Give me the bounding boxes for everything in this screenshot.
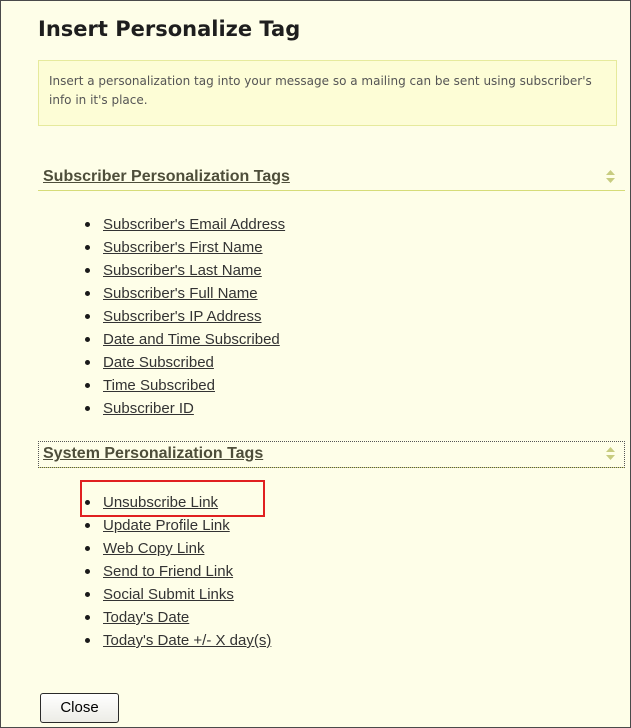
info-message-text: Insert a personalization tag into your m… xyxy=(49,74,592,107)
tag-link-email-address[interactable]: Subscriber's Email Address xyxy=(103,213,285,236)
sort-arrows-icon[interactable] xyxy=(606,447,615,460)
tag-link-send-to-friend[interactable]: Send to Friend Link xyxy=(103,560,233,583)
tag-link-date-time-subscribed[interactable]: Date and Time Subscribed xyxy=(103,328,280,351)
tag-link-time-subscribed[interactable]: Time Subscribed xyxy=(103,374,215,397)
tag-link-update-profile[interactable]: Update Profile Link xyxy=(103,514,230,537)
bullet-icon xyxy=(85,500,90,505)
system-tags-header[interactable]: System Personalization Tags xyxy=(38,441,625,468)
bullet-icon xyxy=(85,268,90,273)
tag-link-social-submit[interactable]: Social Submit Links xyxy=(103,583,234,606)
bullet-icon xyxy=(85,245,90,250)
close-button[interactable]: Close xyxy=(40,693,119,723)
bullet-icon xyxy=(85,314,90,319)
tag-link-ip-address[interactable]: Subscriber's IP Address xyxy=(103,305,262,328)
bullet-icon xyxy=(85,569,90,574)
bullet-icon xyxy=(85,337,90,342)
tag-link-web-copy[interactable]: Web Copy Link xyxy=(103,537,204,560)
bullet-icon xyxy=(85,222,90,227)
system-tags-title[interactable]: System Personalization Tags xyxy=(43,445,263,463)
bullet-icon xyxy=(85,360,90,365)
tag-link-subscriber-id[interactable]: Subscriber ID xyxy=(103,397,194,420)
bullet-icon xyxy=(85,615,90,620)
tag-link-first-name[interactable]: Subscriber's First Name xyxy=(103,236,263,259)
info-message-box: Insert a personalization tag into your m… xyxy=(38,60,617,126)
sort-arrows-icon[interactable] xyxy=(606,170,615,183)
bullet-icon xyxy=(85,638,90,643)
bullet-icon xyxy=(85,523,90,528)
bullet-icon xyxy=(85,592,90,597)
subscriber-tags-title[interactable]: Subscriber Personalization Tags xyxy=(43,168,290,186)
tag-link-date-subscribed[interactable]: Date Subscribed xyxy=(103,351,214,374)
tag-link-last-name[interactable]: Subscriber's Last Name xyxy=(103,259,262,282)
tag-link-todays-date[interactable]: Today's Date xyxy=(103,606,189,629)
tag-link-todays-date-offset[interactable]: Today's Date +/- X day(s) xyxy=(103,629,271,652)
subscriber-tags-header[interactable]: Subscriber Personalization Tags xyxy=(38,164,625,191)
bullet-icon xyxy=(85,383,90,388)
tag-link-unsubscribe[interactable]: Unsubscribe Link xyxy=(103,491,218,514)
bullet-icon xyxy=(85,291,90,296)
bullet-icon xyxy=(85,546,90,551)
bullet-icon xyxy=(85,406,90,411)
dialog-title: Insert Personalize Tag xyxy=(38,17,301,41)
personalize-tag-dialog: Insert Personalize Tag Insert a personal… xyxy=(0,0,631,728)
tag-link-full-name[interactable]: Subscriber's Full Name xyxy=(103,282,258,305)
